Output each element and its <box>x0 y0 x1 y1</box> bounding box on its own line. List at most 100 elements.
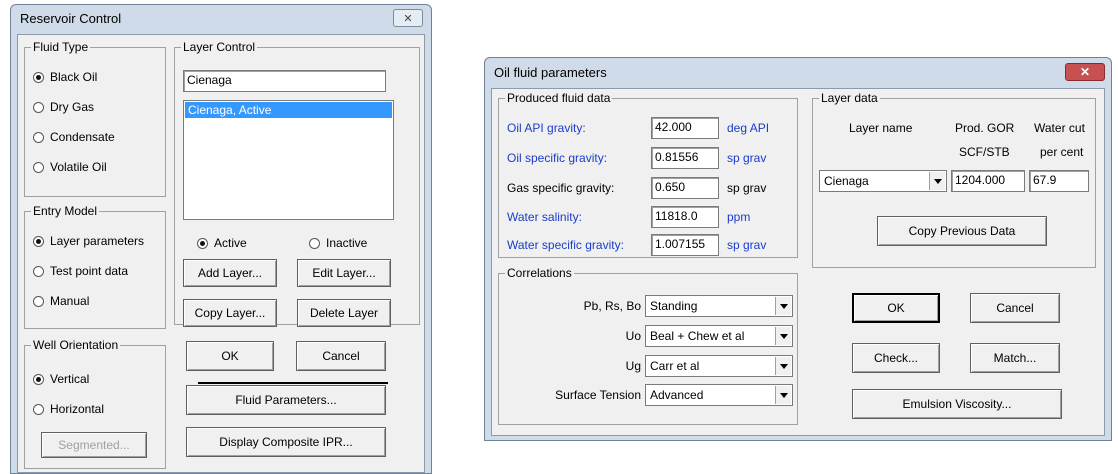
surface-tension-select[interactable]: Advanced <box>645 384 793 406</box>
dialog-title: Oil fluid parameters <box>494 65 607 80</box>
chevron-down-icon[interactable] <box>775 327 791 345</box>
close-icon: ✕ <box>1079 65 1091 79</box>
radio-layer-parameters[interactable]: Layer parameters <box>33 234 144 248</box>
radio-vertical[interactable]: Vertical <box>33 372 89 386</box>
segmented-button[interactable]: Segmented... <box>41 432 147 458</box>
chevron-down-icon[interactable] <box>775 297 791 315</box>
ug-select[interactable]: Carr et al <box>645 355 793 377</box>
close-button[interactable]: ✕ <box>1065 63 1105 81</box>
gor-unit-header: SCF/STB <box>959 145 1010 159</box>
radio-indicator <box>33 131 44 143</box>
prod-gor-input[interactable]: 1204.000 <box>951 170 1025 192</box>
radio-indicator <box>197 237 208 249</box>
layer-data-group: Layer data Layer name Prod. GOR SCF/STB … <box>812 91 1096 268</box>
layer-control-group: Layer Control Cienaga Cienaga, Active Ac… <box>174 40 420 327</box>
well-orientation-group: Well Orientation Vertical Horizontal Seg… <box>24 338 166 469</box>
water-salinity-unit: ppm <box>727 210 751 224</box>
radio-indicator <box>33 265 44 277</box>
radio-volatile-oil[interactable]: Volatile Oil <box>33 160 107 174</box>
water-specific-gravity-input[interactable]: 1.007155 <box>651 234 719 256</box>
match-button[interactable]: Match... <box>970 343 1060 373</box>
radio-active[interactable]: Active <box>197 236 247 250</box>
radio-indicator <box>33 235 44 247</box>
layer-name-select[interactable]: Cienaga <box>819 170 947 192</box>
edit-layer-button[interactable]: Edit Layer... <box>297 259 391 287</box>
gas-specific-gravity-unit: sp grav <box>727 181 767 195</box>
fluid-type-legend: Fluid Type <box>31 40 91 54</box>
prod-gor-header: Prod. GOR <box>955 121 1015 135</box>
oil-api-gravity-input[interactable]: 42.000 <box>651 117 719 139</box>
dialog-body: Fluid Type Black Oil Dry Gas Condensate … <box>17 34 425 473</box>
radio-dry-gas[interactable]: Dry Gas <box>33 100 94 114</box>
layer-list-item[interactable]: Cienaga, Active <box>185 102 392 118</box>
radio-test-point-data[interactable]: Test point data <box>33 264 128 278</box>
ok-button[interactable]: OK <box>186 341 274 371</box>
radio-indicator <box>33 295 44 307</box>
layer-name-input[interactable]: Cienaga <box>183 70 386 92</box>
water-cut-unit-header: per cent <box>1040 145 1084 159</box>
check-button[interactable]: Check... <box>852 343 940 373</box>
entry-model-group: Entry Model Layer parameters Test point … <box>24 204 166 329</box>
uo-select[interactable]: Beal + Chew et al <box>645 325 793 347</box>
title-bar[interactable]: Reservoir Control ✕ <box>11 5 431 31</box>
cancel-button[interactable]: Cancel <box>296 341 386 371</box>
correlations-legend: Correlations <box>505 266 574 280</box>
oil-specific-gravity-label: Oil specific gravity: <box>507 151 608 165</box>
chevron-down-icon[interactable] <box>929 172 945 190</box>
delete-layer-button[interactable]: Delete Layer <box>297 299 391 327</box>
produced-fluid-group: Produced fluid data Oil API gravity: 42.… <box>498 91 798 258</box>
radio-indicator <box>33 403 44 415</box>
layer-data-legend: Layer data <box>819 91 880 105</box>
oil-specific-gravity-input[interactable]: 0.81556 <box>651 147 719 169</box>
radio-black-oil[interactable]: Black Oil <box>33 70 97 84</box>
water-salinity-label: Water salinity: <box>507 210 582 224</box>
radio-indicator <box>33 373 44 385</box>
well-orientation-legend: Well Orientation <box>31 338 121 352</box>
water-salinity-input[interactable]: 11818.0 <box>651 206 719 228</box>
radio-horizontal[interactable]: Horizontal <box>33 402 104 416</box>
chevron-down-icon[interactable] <box>775 386 791 404</box>
fluid-parameters-button[interactable]: Fluid Parameters... <box>186 385 386 415</box>
copy-layer-button[interactable]: Copy Layer... <box>183 299 277 327</box>
copy-previous-data-button[interactable]: Copy Previous Data <box>877 216 1047 246</box>
dialog-title: Reservoir Control <box>20 11 122 26</box>
radio-indicator <box>33 161 44 173</box>
surface-tension-label: Surface Tension <box>555 388 641 402</box>
radio-indicator <box>33 71 44 83</box>
cancel-button[interactable]: Cancel <box>970 293 1060 323</box>
display-composite-ipr-button[interactable]: Display Composite IPR... <box>186 427 386 457</box>
pb-rs-bo-label: Pb, Rs, Bo <box>583 299 641 313</box>
radio-condensate[interactable]: Condensate <box>33 130 115 144</box>
layer-list[interactable]: Cienaga, Active <box>183 100 394 220</box>
separator-line <box>198 382 388 384</box>
water-specific-gravity-label: Water specific gravity: <box>507 238 624 252</box>
close-button[interactable]: ✕ <box>393 9 423 27</box>
ok-button[interactable]: OK <box>852 293 940 323</box>
reservoir-control-dialog: Reservoir Control ✕ Fluid Type Black Oil… <box>10 4 432 474</box>
water-cut-input[interactable]: 67.9 <box>1029 170 1089 192</box>
radio-indicator <box>309 237 320 249</box>
emulsion-viscosity-button[interactable]: Emulsion Viscosity... <box>852 389 1062 419</box>
radio-inactive[interactable]: Inactive <box>309 236 367 250</box>
oil-api-gravity-label: Oil API gravity: <box>507 121 586 135</box>
produced-fluid-legend: Produced fluid data <box>505 91 613 105</box>
chevron-down-icon[interactable] <box>775 357 791 375</box>
oil-api-gravity-unit: deg API <box>727 121 770 135</box>
radio-manual[interactable]: Manual <box>33 294 89 308</box>
water-specific-gravity-unit: sp grav <box>727 238 767 252</box>
gas-specific-gravity-label: Gas specific gravity: <box>507 181 615 195</box>
close-icon: ✕ <box>403 12 413 25</box>
dialog-body: Produced fluid data Oil API gravity: 42.… <box>491 88 1105 436</box>
gas-specific-gravity-input[interactable]: 0.650 <box>651 177 719 199</box>
title-bar[interactable]: Oil fluid parameters ✕ <box>485 58 1111 84</box>
pb-rs-bo-select[interactable]: Standing <box>645 295 793 317</box>
entry-model-legend: Entry Model <box>31 204 100 218</box>
ug-label: Ug <box>625 359 641 373</box>
uo-label: Uo <box>625 329 641 343</box>
oil-specific-gravity-unit: sp grav <box>727 151 767 165</box>
fluid-type-group: Fluid Type Black Oil Dry Gas Condensate … <box>24 40 166 197</box>
radio-indicator <box>33 101 44 113</box>
layer-control-legend: Layer Control <box>181 40 258 54</box>
water-cut-header: Water cut <box>1034 121 1085 135</box>
add-layer-button[interactable]: Add Layer... <box>183 259 277 287</box>
